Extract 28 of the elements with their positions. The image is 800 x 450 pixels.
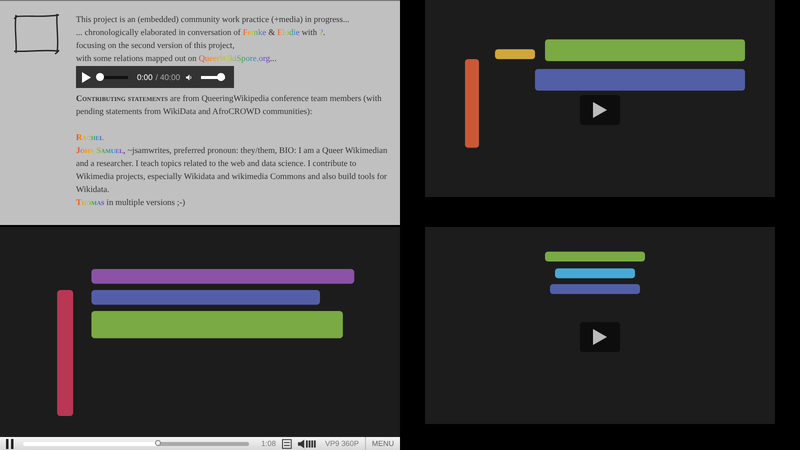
- volume-slider[interactable]: [201, 76, 225, 78]
- duration: / 40:00: [156, 72, 180, 82]
- statement-text: Thomas in multiple versions ;-): [76, 196, 186, 209]
- pause-button[interactable]: [6, 438, 14, 448]
- name-link[interactable]: John Samuel: [76, 145, 124, 155]
- link[interactable]: ?: [319, 27, 324, 37]
- link[interactable]: Elodie: [277, 27, 300, 37]
- link[interactable]: Femke: [242, 27, 266, 37]
- captions-icon[interactable]: [282, 438, 292, 448]
- volume-icon[interactable]: [298, 438, 318, 448]
- link[interactable]: QueerWikiSpore.org: [198, 53, 270, 63]
- text-line: with some relations mapped out on QueerWikiSpore.org...: [76, 52, 278, 65]
- play-button[interactable]: [82, 72, 91, 82]
- statement-text: Contributing statements are from QueeringWikipedia conference team members (with pending statements from WikiData and AfroCROWD communities):: [76, 92, 383, 118]
- play-button[interactable]: [580, 95, 620, 126]
- name-link[interactable]: Rachel: [76, 132, 104, 142]
- text-line: focusing on the second version of this project,: [76, 39, 236, 52]
- text-line: ... chronologically elaborated in conversation of Femke & Elodie with ?.: [76, 26, 326, 39]
- play-button[interactable]: [580, 322, 620, 352]
- text-line: This project is an (embedded) community work practice (+media) in progress...: [76, 13, 350, 26]
- seek-slider[interactable]: [23, 442, 250, 446]
- play-icon: [593, 329, 607, 346]
- name-link[interactable]: Thomas: [76, 197, 104, 207]
- current-time: 0:00: [137, 72, 153, 82]
- play-icon: [593, 102, 607, 118]
- sketch-frame-icon: [12, 13, 62, 55]
- speaker-icon[interactable]: [186, 72, 192, 82]
- statement-text: John Samuel, ~jsamwrites, preferred pronoun: they/them, BIO: I am a Queer Wikimedian and a researcher. I teach topics related to the web and data science. I contribute to Wikimedia projects, especially Wikidata and wikimedia Commons and also build tools for Wikidata.: [76, 144, 388, 196]
